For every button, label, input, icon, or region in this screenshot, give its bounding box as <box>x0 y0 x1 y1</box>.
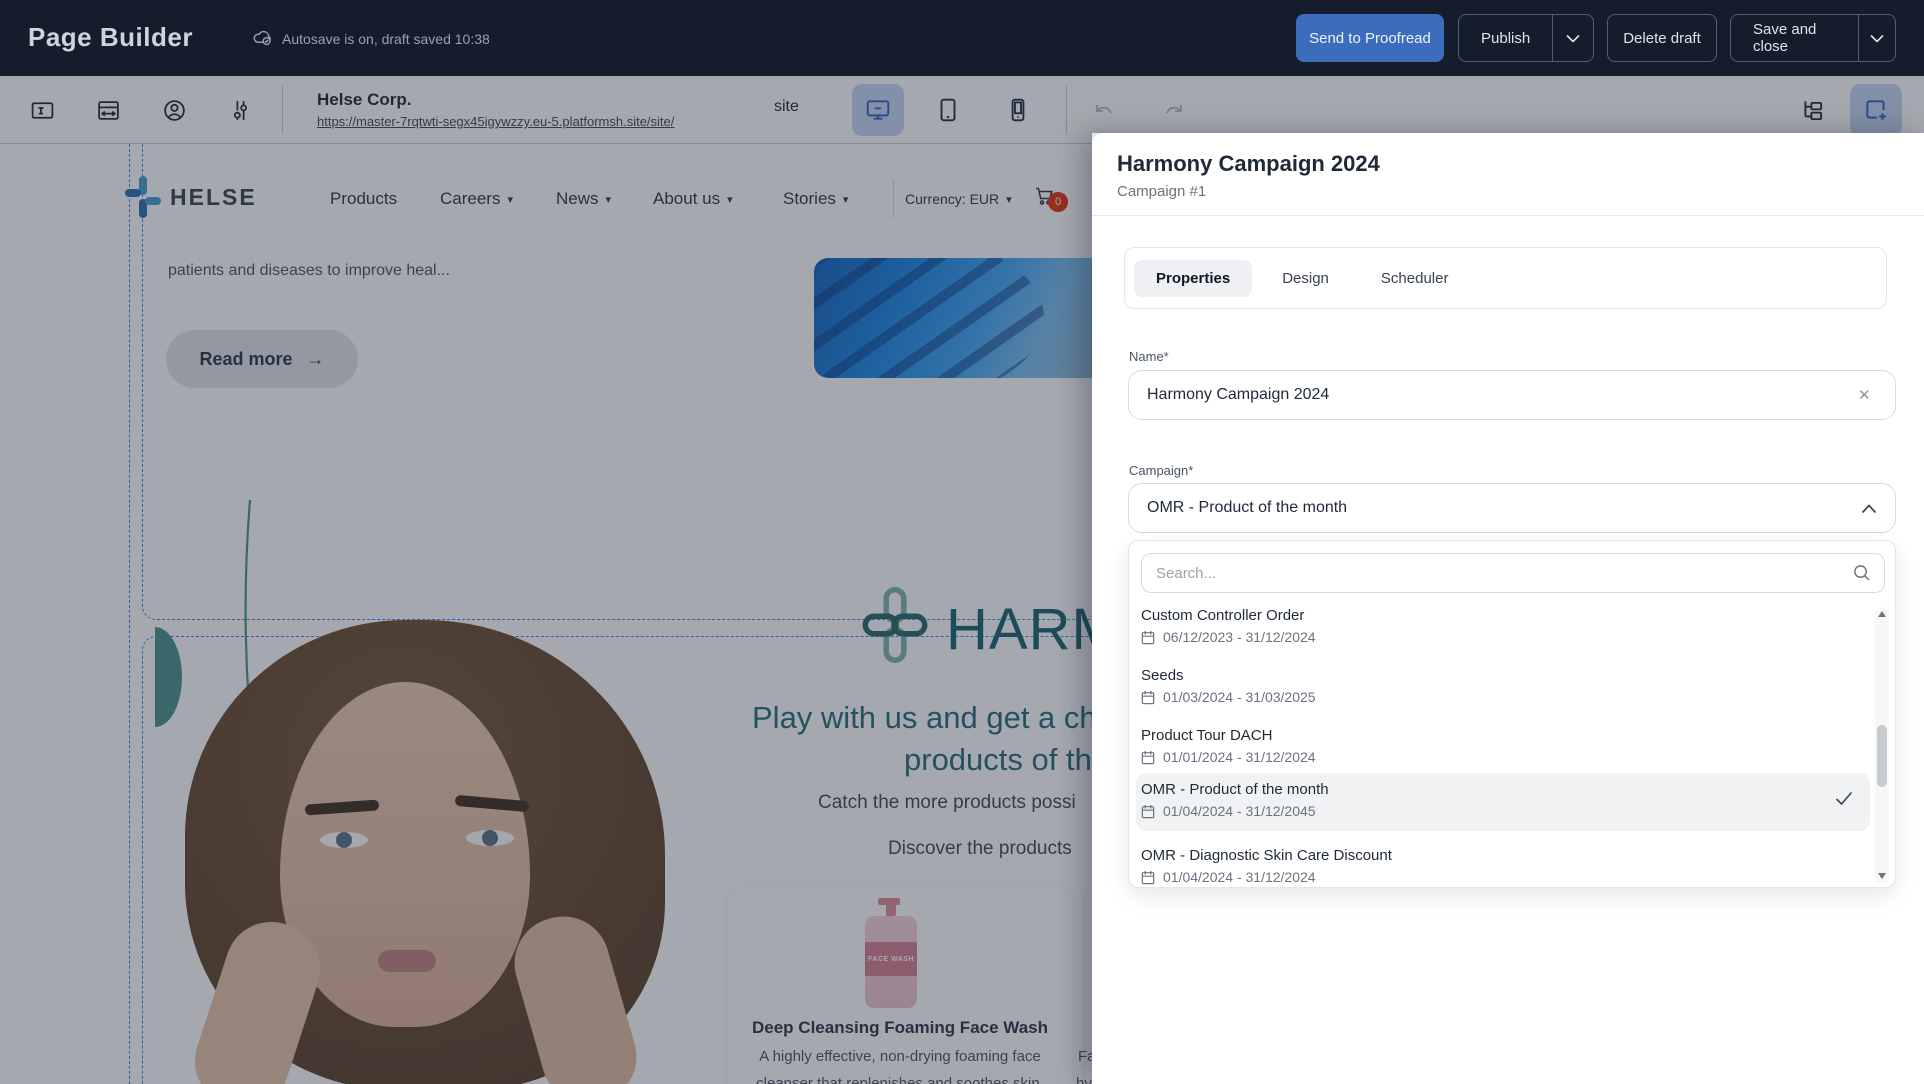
calendar-icon <box>1141 870 1155 885</box>
nav-careers[interactable]: Careers▾ <box>440 189 513 209</box>
section1-teaser-text: patients and diseases to improve heal... <box>168 262 450 280</box>
scroll-down-icon[interactable] <box>1878 873 1886 879</box>
product2-frag1: Fac <box>1078 1048 1092 1065</box>
save-and-close-button[interactable]: Save and close <box>1730 14 1896 62</box>
name-field-label: Name* <box>1129 349 1169 364</box>
page-selection-edge <box>129 144 130 1084</box>
text-block-icon[interactable] <box>30 98 55 128</box>
name-input[interactable] <box>1128 370 1896 420</box>
helse-logo-text[interactable]: HELSE <box>170 184 257 211</box>
tab-scheduler[interactable]: Scheduler <box>1359 260 1471 297</box>
campaign-option[interactable]: Product Tour DACH 01/01/2024 - 31/12/202… <box>1141 727 1857 765</box>
device-tablet-button[interactable] <box>922 84 974 136</box>
calendar-icon <box>1141 690 1155 705</box>
campaign-dropdown: Custom Controller Order 06/12/2023 - 31/… <box>1128 540 1896 888</box>
campaign-option-selected[interactable]: OMR - Product of the month 01/04/2024 - … <box>1141 781 1857 819</box>
site-preview: HELSE Products Careers▾ News▾ About us▾ … <box>0 144 1092 1084</box>
caret-down-icon: ▾ <box>606 193 612 206</box>
caret-down-icon: ▾ <box>1006 193 1012 206</box>
caret-down-icon: ▾ <box>507 193 513 206</box>
nav-news[interactable]: News▾ <box>556 189 611 209</box>
product2-frag2: hyd <box>1076 1075 1092 1084</box>
nav-stories[interactable]: Stories▾ <box>783 189 848 209</box>
add-section-button[interactable] <box>1850 84 1902 136</box>
dropdown-scrollbar[interactable] <box>1875 607 1889 883</box>
campaign-side-panel: Harmony Campaign 2024 Campaign #1 Proper… <box>1092 133 1924 1084</box>
product-desc-line1: A highly effective, non-drying foaming f… <box>728 1048 1072 1065</box>
campaign-select-value: OMR - Product of the month <box>1147 499 1347 517</box>
page-tree-icon[interactable] <box>1800 98 1826 129</box>
site-url-link[interactable]: https://master-7rqtwti-segx45igywzzy.eu-… <box>317 114 674 129</box>
device-mobile-button[interactable] <box>992 84 1044 136</box>
publish-dropdown-chevron-icon[interactable] <box>1553 15 1593 61</box>
scroll-up-icon[interactable] <box>1878 611 1886 617</box>
helse-logo-icon[interactable] <box>123 174 163 225</box>
section1-image <box>814 258 1092 378</box>
check-icon <box>1835 791 1853 811</box>
campaign-field-label: Campaign* <box>1129 463 1193 478</box>
caret-down-icon: ▾ <box>727 193 733 206</box>
product-card[interactable]: FACE WASH Deep Cleansing Foaming Face Wa… <box>728 886 1072 1084</box>
send-to-proofread-button[interactable]: Send to Proofread <box>1296 14 1444 62</box>
tab-properties[interactable]: Properties <box>1134 260 1252 297</box>
read-more-button[interactable]: Read more → <box>166 330 358 388</box>
campaign-option[interactable]: Custom Controller Order 06/12/2023 - 31/… <box>1141 607 1857 645</box>
tab-design[interactable]: Design <box>1260 260 1351 297</box>
cart-badge: 0 <box>1048 192 1068 212</box>
app-title: Page Builder <box>28 22 193 53</box>
site-name: Helse Corp. <box>317 90 411 110</box>
calendar-icon <box>1141 750 1155 765</box>
scrollbar-thumb[interactable] <box>1877 725 1887 787</box>
calendar-icon <box>1141 804 1155 819</box>
account-icon[interactable] <box>162 98 187 128</box>
clear-name-icon[interactable]: ✕ <box>1858 386 1871 404</box>
autosave-status: Autosave is on, draft saved 10:38 <box>252 28 490 49</box>
product-title: Deep Cleansing Foaming Face Wash <box>728 1018 1072 1038</box>
device-desktop-button[interactable] <box>852 84 904 136</box>
calendar-icon <box>1141 630 1155 645</box>
top-bar: Page Builder Autosave is on, draft saved… <box>0 0 1924 76</box>
cloud-check-icon <box>252 28 273 49</box>
redo-icon[interactable] <box>1160 98 1188 127</box>
bottle-label: FACE WASH <box>865 942 917 976</box>
dropdown-search-input[interactable] <box>1141 553 1885 593</box>
search-icon <box>1852 563 1871 587</box>
panel-title: Harmony Campaign 2024 <box>1117 151 1380 177</box>
campaign-select[interactable]: OMR - Product of the month <box>1128 483 1896 533</box>
delete-draft-button[interactable]: Delete draft <box>1607 14 1717 62</box>
sliders-icon[interactable] <box>228 98 253 128</box>
nav-about-us[interactable]: About us▾ <box>653 189 733 209</box>
campaign-option[interactable]: OMR - Diagnostic Skin Care Discount 01/0… <box>1141 847 1857 885</box>
product-desc-line2: cleanser that replenishes and soothes sk… <box>728 1075 1072 1084</box>
hero-subline2: Discover the products <box>888 838 1092 860</box>
site-label: site <box>774 98 799 116</box>
hero-headline-line2: products of the <box>904 742 1092 778</box>
nav-products[interactable]: Products <box>330 189 397 209</box>
arrow-right-icon: → <box>307 349 325 370</box>
campaign-option[interactable]: Seeds 01/03/2024 - 31/03/2025 <box>1141 667 1857 705</box>
save-dropdown-chevron-icon[interactable] <box>1859 15 1895 61</box>
harmony-brand-text: HARM <box>946 596 1092 663</box>
caret-down-icon: ▾ <box>843 193 849 206</box>
app-window: Page Builder Autosave is on, draft saved… <box>0 0 1924 1084</box>
layout-width-icon[interactable] <box>96 98 121 128</box>
currency-selector[interactable]: Currency: EUR▾ <box>905 191 1012 207</box>
panel-tabs: Properties Design Scheduler <box>1124 247 1887 309</box>
panel-subtitle: Campaign #1 <box>1117 183 1206 200</box>
chevron-up-icon[interactable] <box>1861 501 1877 519</box>
undo-icon[interactable] <box>1090 98 1118 127</box>
publish-button[interactable]: Publish <box>1458 14 1594 62</box>
